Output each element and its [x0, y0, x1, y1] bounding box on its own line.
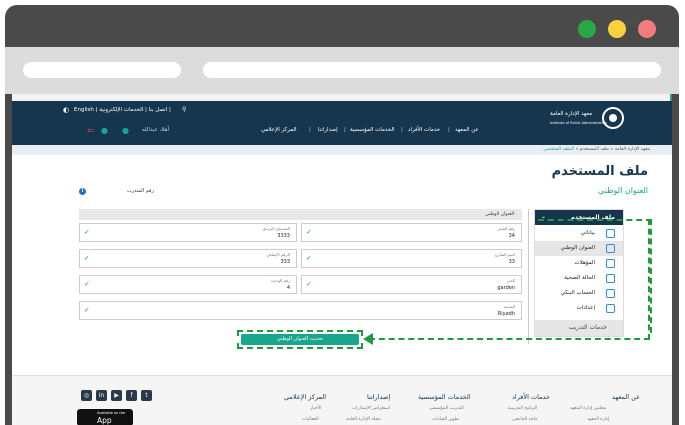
site-header: English | اتصل بنا | الخدمات الإلكترونية… [12, 101, 672, 145]
footer-link[interactable]: الأخبار [310, 406, 322, 411]
nav-separator: | [448, 127, 450, 133]
app-store-badge[interactable]: Available on the App Store [77, 409, 133, 425]
field-value: 333 [280, 259, 290, 265]
footer-link[interactable]: مجلس إدارة المعهد [570, 406, 606, 411]
footer-link[interactable]: إدارة المعهد [587, 417, 609, 422]
sidebar-highlight [538, 219, 652, 333]
check-icon: ✓ [84, 280, 90, 288]
update-address-button[interactable]: تحديث العنوان الوطني [241, 334, 359, 345]
logo-text-ar: معهد الإدارة العامة [550, 111, 593, 117]
footer-col-media: المركز الإعلامي [284, 393, 327, 401]
field-value: 33 [508, 259, 515, 265]
footer-col-corporate: الخدمات المؤسسية [418, 393, 471, 401]
footer-link[interactable]: تطوير القيادات [432, 417, 460, 422]
arrow-left-icon [363, 333, 373, 345]
footer-link[interactable]: مجلة الإدارة العامة [346, 417, 381, 422]
annotation-line [369, 338, 650, 340]
facebook-icon[interactable]: f [126, 390, 137, 401]
twitter-icon[interactable]: t [141, 390, 152, 401]
annotation-line [648, 219, 650, 340]
tab-pill[interactable] [23, 62, 181, 78]
linkedin-icon[interactable]: in [96, 390, 107, 401]
nav-separator: | [401, 127, 403, 133]
check-icon: ✓ [84, 254, 90, 262]
bell-icon[interactable]: ● [101, 126, 108, 135]
title-bar [5, 5, 679, 47]
nav-individuals[interactable]: خدمات الأفراد [408, 127, 440, 133]
top-links[interactable]: English | اتصل بنا | الخدمات الإلكترونية… [74, 107, 171, 113]
field-label: الرقم الإضافي [266, 252, 290, 257]
close-button[interactable] [638, 20, 656, 38]
field-label: اسم الشارع [495, 252, 515, 257]
accessibility-icon[interactable]: ◐ [63, 106, 69, 114]
maximize-button[interactable] [578, 20, 596, 38]
field-label: الصندوق البريدي [262, 226, 291, 231]
check-icon: ✓ [306, 280, 312, 288]
trainee-number-label: رقم المتدرب [127, 188, 154, 194]
nav-separator: | [309, 127, 311, 133]
check-icon: ✓ [306, 254, 312, 262]
footer-link[interactable]: ماجد الجامعي [512, 417, 538, 422]
browser-window: English | اتصل بنا | الخدمات الإلكترونية… [5, 5, 679, 425]
nav-media[interactable]: المركز الإعلامي [261, 127, 297, 133]
info-icon[interactable]: i [79, 188, 86, 195]
field-label: رقم المبنى [496, 226, 515, 231]
check-icon: ✓ [84, 306, 90, 314]
district-field[interactable]: الحي garden ✓ [301, 275, 522, 294]
footer-link[interactable]: التدريب المؤسسي [429, 406, 464, 411]
form-header: العنوان الوطني [79, 209, 522, 220]
divider [528, 209, 529, 344]
field-label: الحي [506, 278, 515, 283]
instagram-icon[interactable]: ◎ [81, 390, 92, 401]
section-subtitle: العنوان الوطني [598, 186, 648, 195]
mail-icon[interactable]: ● [122, 126, 129, 135]
field-value: 34 [508, 233, 515, 239]
footer-col-individuals: خدمات الأفراد [512, 393, 550, 401]
field-value: 4 [286, 285, 290, 291]
appstore-caption: Available on the [97, 411, 126, 415]
footer-link[interactable]: البرامج التدريبية [508, 406, 537, 411]
footer-col-about: عن المعهد [612, 393, 640, 401]
youtube-icon[interactable]: ▶ [111, 390, 122, 401]
unit-number-field[interactable]: رقم الوحدة 4 ✓ [79, 275, 297, 294]
breadcrumb-profile[interactable]: ملف المستخدم [580, 147, 609, 152]
site-footer: ◎ in ▶ f t Available on the App Store عن… [12, 375, 672, 425]
field-value: Riyadh [497, 311, 515, 317]
search-icon[interactable]: ⚲ [182, 106, 186, 113]
breadcrumb-home[interactable]: معهد الإدارة العامة [615, 147, 650, 152]
nav-corporate[interactable]: الخدمات المؤسسية [350, 127, 395, 133]
po-box-field[interactable]: الصندوق البريدي 3333 ✓ [79, 223, 297, 242]
nav-separator: | [344, 127, 346, 133]
additional-number-field[interactable]: الرقم الإضافي 333 ✓ [79, 249, 297, 268]
field-label: رقم الوحدة [271, 278, 290, 283]
main-content: ملف المستخدم العنوان الوطني i رقم المتدر… [12, 155, 672, 375]
breadcrumb: معهد الإدارة العامة » ملف المستخدم » الم… [12, 145, 672, 155]
check-icon: ✓ [84, 228, 90, 236]
city-field[interactable]: المدينة Riyadh ✓ [79, 301, 522, 320]
footer-col-publications: إصداراتنا [367, 393, 391, 401]
check-icon: ✓ [306, 228, 312, 236]
minimize-button[interactable] [608, 20, 626, 38]
form-header-label: العنوان الوطني [485, 212, 514, 217]
footer-link[interactable]: الفعاليات [302, 417, 319, 422]
field-value: 3333 [277, 233, 290, 239]
institute-logo[interactable] [602, 107, 624, 129]
street-name-field[interactable]: اسم الشارع 33 ✓ [301, 249, 522, 268]
nav-about[interactable]: عن المعهد [455, 127, 479, 133]
field-value: garden [497, 285, 515, 291]
address-bar [5, 47, 679, 94]
building-number-field[interactable]: رقم المبنى 34 ✓ [301, 223, 522, 242]
page-title: ملف المستخدم [551, 164, 648, 179]
url-field[interactable] [203, 62, 661, 78]
footer-link[interactable]: استعراض الإصدارات [352, 406, 390, 411]
page-viewport: English | اتصل بنا | الخدمات الإلكترونية… [12, 94, 672, 425]
breadcrumb-current[interactable]: الملف الشخصي [543, 147, 574, 152]
field-label: المدينة [503, 304, 515, 309]
logout-icon[interactable]: ⇦ [87, 126, 94, 135]
nav-publications[interactable]: إصداراتنا [318, 127, 338, 133]
logo-text-en: Institute of Public Administration [550, 121, 608, 125]
user-name[interactable]: أهلا، عبدالله [142, 127, 169, 133]
